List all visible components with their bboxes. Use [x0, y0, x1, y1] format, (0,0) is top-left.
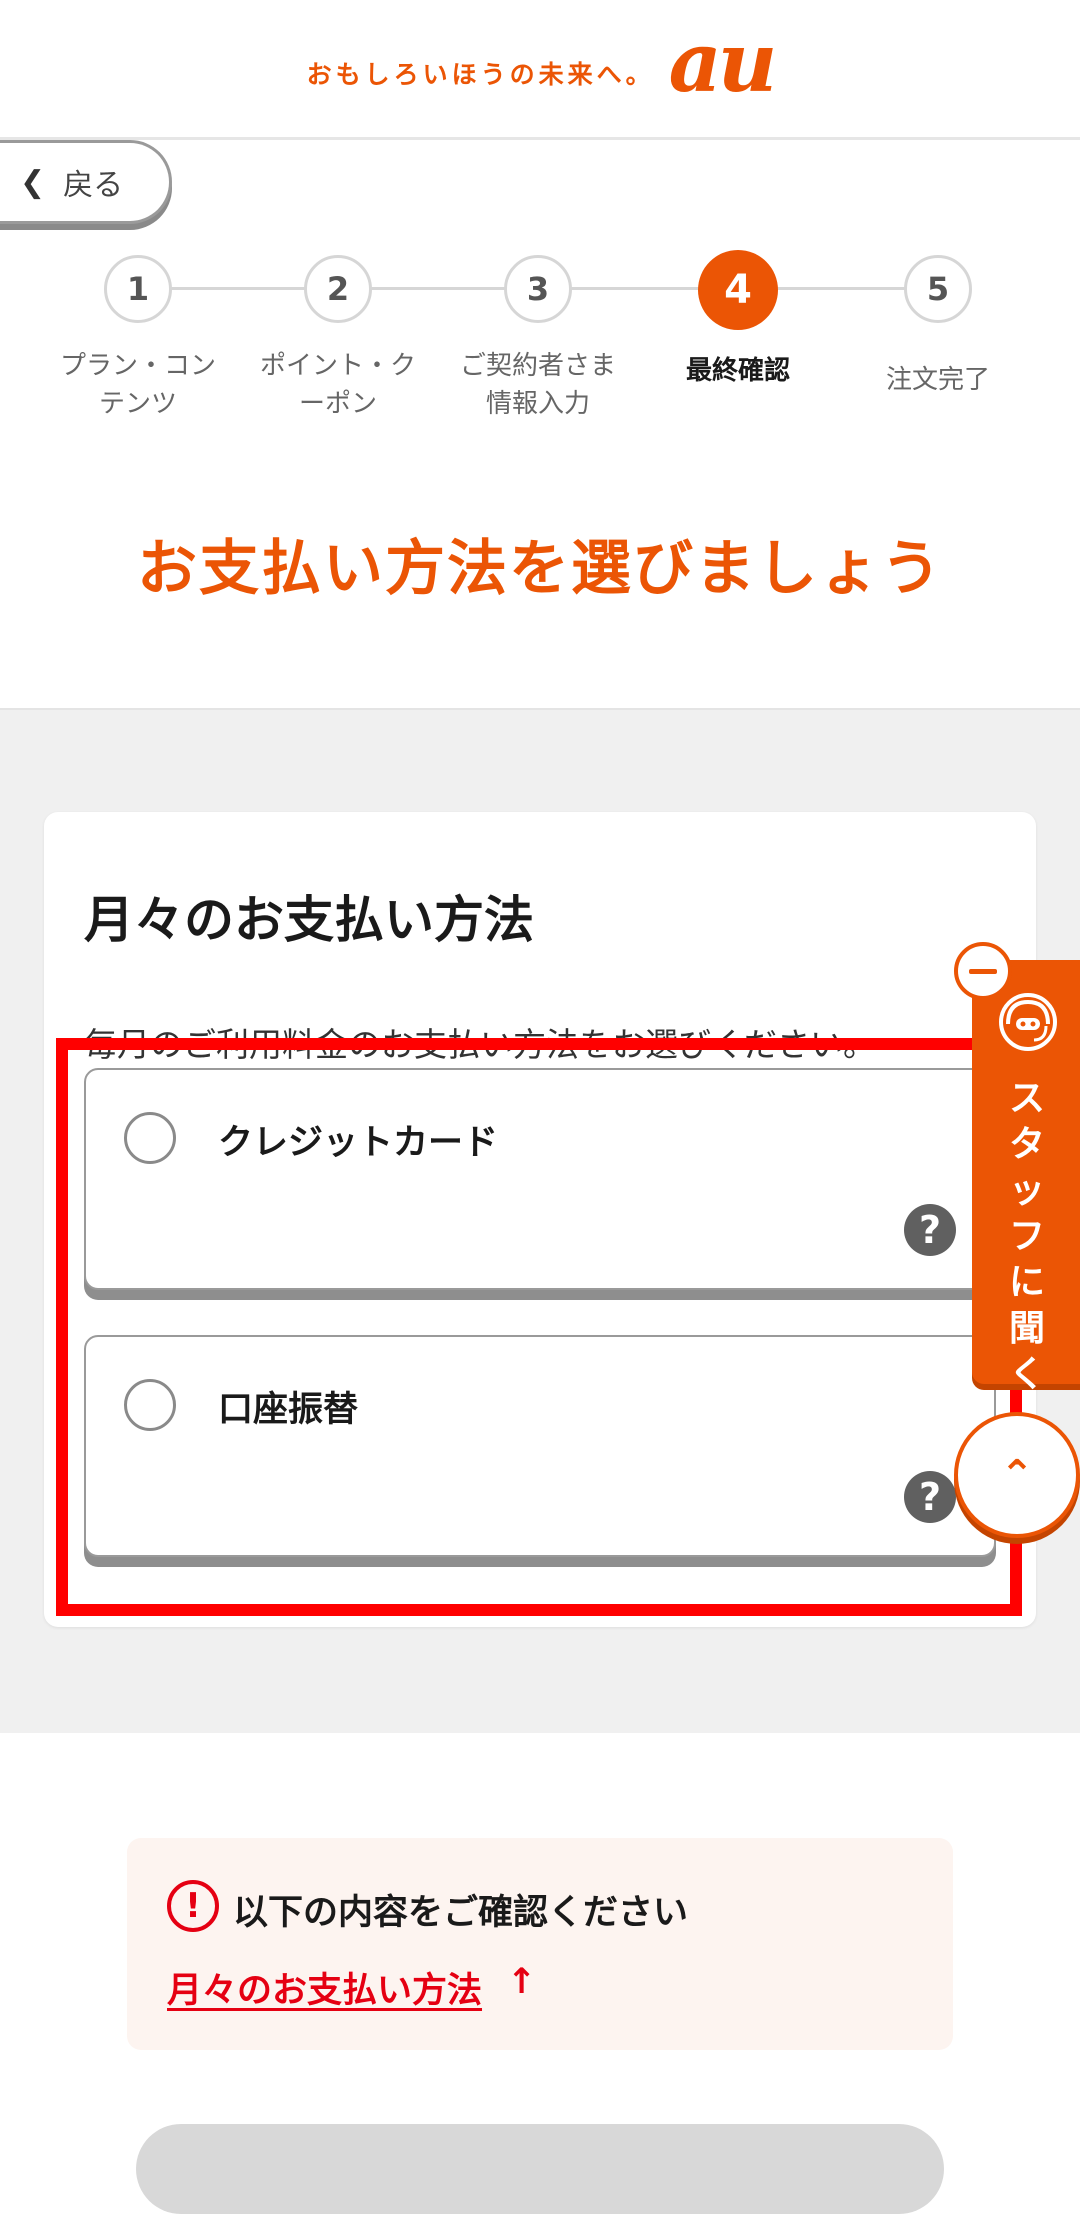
step-3: 3 ご契約者さま 情報入力	[438, 250, 638, 423]
option-bank-transfer[interactable]: 口座振替 ?	[84, 1335, 996, 1557]
arrow-up-icon: ↑	[507, 1962, 537, 2002]
step-number: 2	[304, 255, 372, 323]
au-logo[interactable]: au	[669, 22, 778, 104]
ask-staff-button[interactable]: スタッフに聞く	[972, 960, 1080, 1395]
step-2: 2 ポイント・ク ーポン	[238, 250, 438, 423]
alert-icon: !	[167, 1880, 219, 1932]
step-number: 1	[104, 255, 172, 323]
progress-stepper: 1 プラン・コン テンツ 2 ポイント・ク ーポン 3 ご契約者さま 情報入力 …	[0, 250, 1080, 430]
back-button[interactable]: ❮ 戻る	[0, 140, 172, 224]
step-number: 3	[504, 255, 572, 323]
minus-icon	[969, 968, 997, 974]
chevron-up-icon: ⌃	[1000, 1452, 1034, 1498]
step-label: ポイント・ク ーポン	[259, 351, 416, 419]
tagline: おもしろいほうの未来へ。	[306, 59, 655, 89]
help-icon[interactable]: ?	[904, 1204, 956, 1256]
option-label: 口座振替	[218, 1390, 359, 1430]
confirm-alert: ! 以下の内容をご確認ください 月々のお支払い方法 ↑	[127, 1838, 953, 2050]
step-label: 注文完了	[885, 365, 990, 395]
step-number: 5	[904, 255, 972, 323]
radio-credit-card[interactable]	[124, 1112, 176, 1164]
operator-icon	[999, 993, 1057, 1051]
radio-bank-transfer[interactable]	[124, 1379, 176, 1431]
payment-title: 月々のお支払い方法	[84, 891, 534, 949]
chevron-left-icon: ❮	[20, 164, 46, 200]
option-label: クレジットカード	[218, 1123, 499, 1163]
step-label: ご契約者さま 情報入力	[459, 351, 616, 419]
step-number: 4	[698, 250, 778, 330]
step-5: 5 注文完了	[838, 250, 1038, 399]
confirm-message: 以下の内容をご確認ください	[233, 1893, 689, 1933]
header: おもしろいほうの未来へ。 au	[0, 0, 1080, 140]
payment-description: 毎月のご利用料金のお支払い方法をお選びください。	[84, 1025, 876, 1064]
help-icon[interactable]: ?	[904, 1471, 956, 1523]
step-label: 最終確認	[685, 356, 790, 386]
back-label: 戻る	[63, 168, 124, 203]
option-credit-card[interactable]: クレジットカード ?	[84, 1068, 996, 1290]
ask-staff-label: スタッフに聞く	[1008, 1078, 1045, 1395]
step-label: プラン・コン テンツ	[59, 351, 216, 419]
step-4-current: 4 最終確認	[638, 250, 838, 390]
minimize-button[interactable]	[954, 942, 1012, 1000]
confirm-link[interactable]: 月々のお支払い方法	[167, 1962, 482, 2013]
step-1: 1 プラン・コン テンツ	[38, 250, 238, 423]
page-title: お支払い方法を選びましょう	[137, 534, 943, 604]
next-button[interactable]	[136, 2124, 944, 2214]
scroll-top-button[interactable]: ⌃	[954, 1412, 1080, 1538]
